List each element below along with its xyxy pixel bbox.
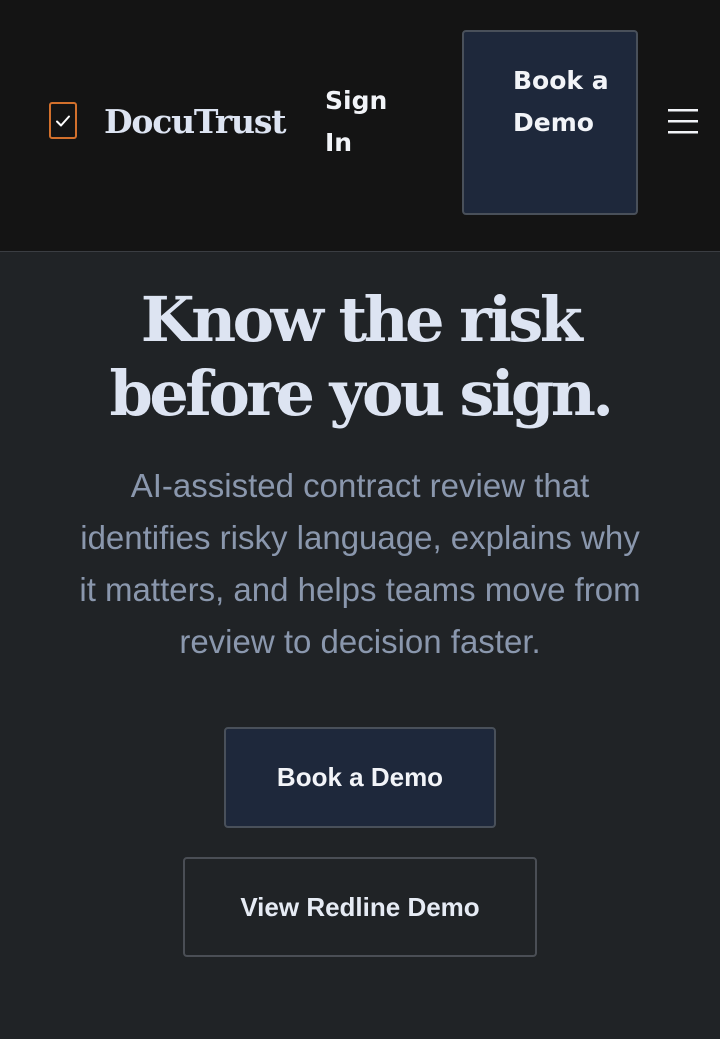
- hero-description-line-1: AI-assisted contract review that: [130, 467, 590, 504]
- hero-description: AI-assisted contract review that identif…: [0, 460, 720, 668]
- hero-description-line-3: it matters, and helps teams move from: [79, 571, 641, 608]
- hero-description-line-4: review to decision faster.: [179, 623, 541, 660]
- hero-headline: Know the risk before you sign.: [0, 283, 720, 431]
- book-demo-button[interactable]: Book a Demo: [224, 727, 496, 828]
- checkmark-icon: [56, 115, 70, 126]
- site-header: DocuTrust Sign In Book a Demo: [0, 0, 720, 252]
- hamburger-menu-icon[interactable]: [668, 106, 698, 136]
- checkbox-document-icon[interactable]: [49, 102, 77, 139]
- brand-name[interactable]: DocuTrust: [104, 100, 286, 144]
- header-book-demo-button[interactable]: Book a Demo: [462, 30, 638, 215]
- view-redline-demo-button[interactable]: View Redline Demo: [183, 857, 537, 957]
- hero-headline-line-2: before you sign.: [109, 357, 614, 430]
- hero-description-line-2: identifies risky language, explains why: [80, 519, 640, 556]
- hero-headline-line-1: Know the risk: [140, 283, 583, 356]
- header-book-demo-label: Book a Demo: [513, 66, 609, 137]
- sign-in-link[interactable]: Sign In: [325, 80, 415, 164]
